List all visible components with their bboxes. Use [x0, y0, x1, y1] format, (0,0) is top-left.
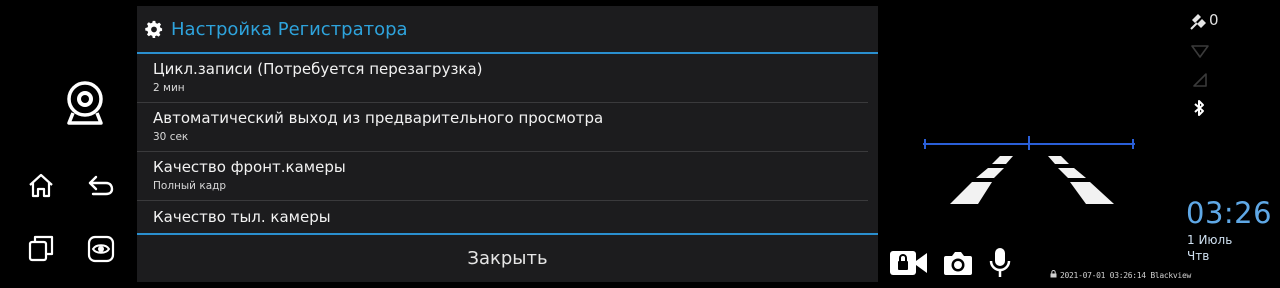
recent-apps-button[interactable]	[26, 233, 56, 263]
camera-icon	[944, 252, 972, 275]
clock-date: 1 Июль	[1187, 233, 1233, 247]
take-photo-button[interactable]	[943, 249, 973, 277]
lock-record-button[interactable]	[889, 249, 929, 277]
home-button[interactable]	[26, 171, 56, 199]
dialog-header: Настройка Регистратора	[137, 6, 878, 52]
dialog-title: Настройка Регистратора	[171, 18, 408, 40]
setting-title: Цикл.записи (Потребуется перезагрузка)	[153, 60, 483, 78]
back-button[interactable]	[86, 172, 116, 198]
setting-title: Качество тыл. камеры	[153, 208, 331, 226]
satellite-count: 0	[1209, 11, 1219, 29]
preview-button[interactable]	[86, 234, 116, 264]
webcam-icon	[67, 81, 103, 125]
setting-value: 2 мин	[153, 82, 185, 94]
microphone-icon	[989, 248, 1011, 277]
setting-auto-exit-preview[interactable]: Автоматический выход из предварительного…	[137, 103, 868, 152]
lock-icon	[1050, 270, 1057, 280]
settings-list: Цикл.записи (Потребуется перезагрузка) 2…	[137, 54, 878, 234]
back-arrow-icon	[88, 175, 114, 196]
clock-weekday: Чтв	[1187, 249, 1210, 263]
clock-time: 03:26	[1186, 196, 1273, 230]
left-lane-marking	[950, 156, 1013, 204]
eye-icon	[87, 235, 115, 263]
gps-status	[1190, 12, 1208, 30]
home-icon	[29, 173, 53, 198]
setting-title: Качество фронт.камеры	[153, 158, 346, 176]
setting-value: 30 сек	[153, 131, 189, 143]
dashcam-button[interactable]	[62, 78, 108, 128]
setting-front-camera-quality[interactable]: Качество фронт.камеры Полный кадр	[137, 152, 868, 201]
gear-icon	[145, 20, 163, 38]
microphone-button[interactable]	[989, 247, 1011, 279]
recorder-settings-dialog: Настройка Регистратора Цикл.записи (Потр…	[137, 6, 878, 282]
timestamp-text: 2021-07-01 03:26:14 Blackview	[1060, 271, 1191, 280]
setting-value: Полный кадр	[153, 180, 227, 192]
satellite-icon	[1190, 14, 1206, 30]
setting-title: Автоматический выход из предварительного…	[153, 109, 604, 127]
recent-apps-icon	[28, 235, 54, 262]
lane-guide-overlay	[923, 136, 1135, 204]
bluetooth-icon	[1194, 100, 1204, 116]
lock-video-icon	[890, 251, 927, 275]
cell-signal-icon	[1193, 73, 1207, 87]
setting-rear-camera-quality[interactable]: Качество тыл. камеры	[137, 201, 868, 234]
wifi-icon	[1191, 45, 1209, 58]
recording-timestamp: 2021-07-01 03:26:14 Blackview	[1050, 270, 1191, 280]
setting-loop-recording[interactable]: Цикл.записи (Потребуется перезагрузка) 2…	[137, 54, 868, 103]
right-lane-marking	[1048, 156, 1114, 204]
close-button[interactable]: Закрыть	[137, 235, 878, 282]
